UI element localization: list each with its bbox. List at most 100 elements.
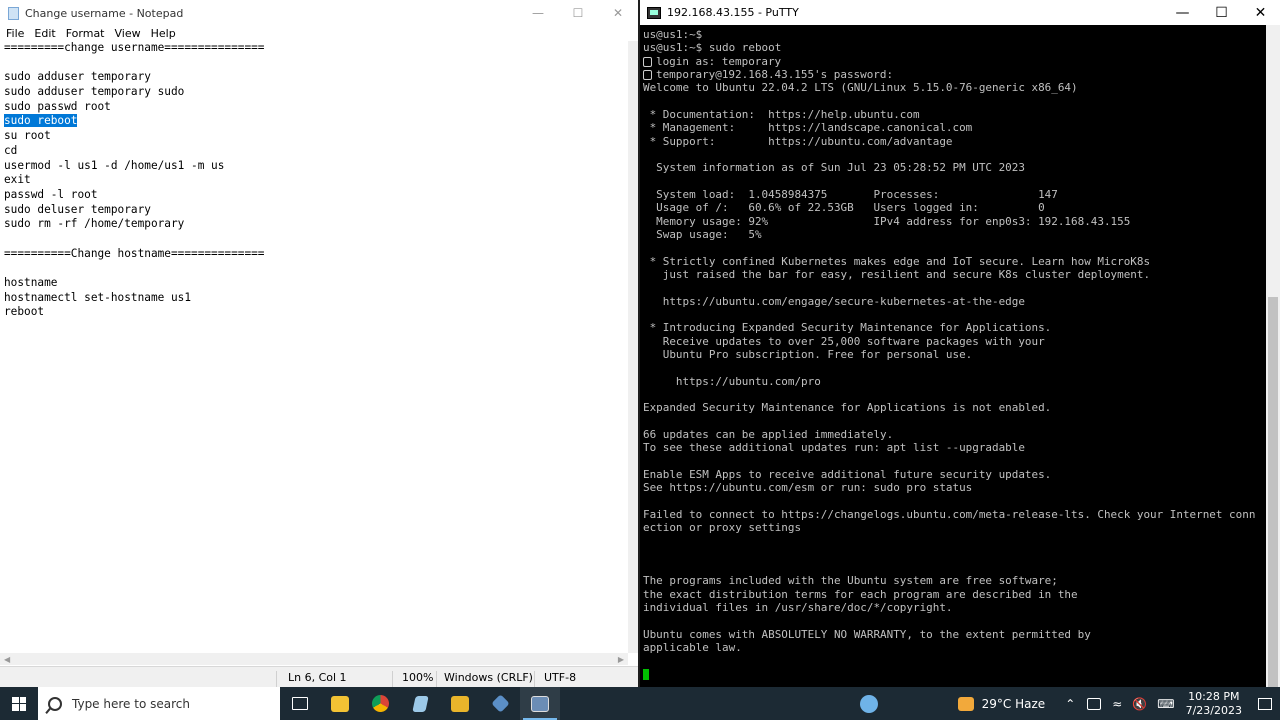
minimize-icon[interactable]: — [1163, 5, 1202, 21]
maximize-icon[interactable]: ☐ [558, 6, 598, 20]
terminal-line: the exact distribution terms for each pr… [643, 587, 1078, 601]
notepad-line[interactable]: cd [4, 144, 628, 159]
notepad-line[interactable]: hostname [4, 276, 628, 291]
notepad-line[interactable] [4, 261, 628, 276]
notepad-line[interactable]: reboot [4, 305, 628, 320]
notepad-line[interactable]: sudo passwd root [4, 100, 628, 115]
taskbar: Type here to search 29°C Haze ⌃ ≈ 🔇 ⌨ 10… [0, 687, 1280, 720]
scroll-left-icon[interactable]: ◀ [4, 655, 10, 664]
terminal-line: System load: 1.0458984375 Processes: 147 [643, 187, 1058, 201]
system-tray: 29°C Haze ⌃ ≈ 🔇 ⌨ 10:28 PM 7/23/2023 [859, 687, 1280, 720]
notepad-line[interactable] [4, 232, 628, 247]
menu-view[interactable]: View [115, 27, 141, 40]
notepad-line[interactable]: ==========Change hostname============== [4, 247, 628, 262]
terminal-line: Expanded Security Maintenance for Applic… [643, 401, 1052, 415]
terminal-line: Receive updates to over 25,000 software … [643, 334, 1045, 348]
notepad-vertical-scrollbar[interactable] [628, 41, 638, 653]
clock[interactable]: 10:28 PM 7/23/2023 [1186, 690, 1242, 718]
notepad-line[interactable]: hostnamectl set-hostname us1 [4, 291, 628, 306]
app-taskbar-button[interactable] [440, 687, 480, 720]
terminal-output[interactable]: us@us1:~$ us@us1:~$ sudo reboot login as: … [643, 28, 1265, 687]
putty-title: 192.168.43.155 - PuTTY [667, 6, 799, 19]
app-icon [451, 695, 469, 712]
notepad-line[interactable]: sudo adduser temporary [4, 70, 628, 85]
help-icon[interactable] [859, 694, 878, 713]
notepad-line[interactable]: sudo deluser temporary [4, 203, 628, 218]
terminal-line: temporary@192.168.43.155's password: [643, 68, 1265, 81]
weather-text[interactable]: 29°C Haze [982, 697, 1046, 711]
notepad-taskbar-button[interactable] [400, 687, 440, 720]
menu-format[interactable]: Format [66, 27, 105, 40]
putty-title-bar[interactable]: 192.168.43.155 - PuTTY — ☐ ✕ [640, 0, 1280, 25]
putty-taskbar-button[interactable] [520, 687, 560, 720]
terminal-line: 66 updates can be applied immediately. [643, 427, 894, 441]
terminal-scroll-thumb[interactable] [1268, 297, 1278, 687]
language-icon[interactable]: ⌨ [1157, 697, 1174, 711]
status-position: Ln 6, Col 1 [288, 671, 347, 684]
status-divider [534, 671, 535, 687]
close-icon[interactable]: ✕ [1241, 5, 1280, 21]
notepad-line[interactable]: sudo reboot [4, 114, 628, 129]
status-divider [392, 671, 393, 687]
notification-button[interactable] [1250, 687, 1280, 720]
task-view-button[interactable] [280, 687, 320, 720]
battery-icon[interactable] [1087, 697, 1102, 710]
terminal-line: * Documentation: https://help.ubuntu.com [643, 107, 920, 121]
taskbar-search-box[interactable]: Type here to search [38, 687, 280, 720]
terminal-line: Memory usage: 92% IPv4 address for enp0s… [643, 214, 1131, 228]
notepad-line[interactable]: su root [4, 129, 628, 144]
notepad-line[interactable]: passwd -l root [4, 188, 628, 203]
volume-icon[interactable]: 🔇 [1132, 697, 1147, 711]
close-icon[interactable]: ✕ [598, 6, 638, 20]
virtualbox-button[interactable] [480, 687, 520, 720]
file-explorer-button[interactable] [320, 687, 360, 720]
scroll-right-icon[interactable]: ▶ [618, 655, 624, 664]
notepad-app-icon [411, 695, 429, 712]
putty-window: 192.168.43.155 - PuTTY — ☐ ✕ us@us1:~$ us… [640, 0, 1280, 687]
clock-date: 7/23/2023 [1185, 703, 1242, 717]
terminal-line: Ubuntu Pro subscription. Free for person… [643, 347, 973, 361]
terminal-scrollbar[interactable] [1266, 25, 1280, 687]
network-icon[interactable]: ≈ [1112, 697, 1122, 711]
chevron-up-icon[interactable]: ⌃ [1065, 697, 1075, 711]
notepad-line[interactable]: =========change username=============== [4, 41, 628, 56]
terminal-line: * Management: https://landscape.canonica… [643, 121, 973, 135]
menu-file[interactable]: File [6, 27, 24, 40]
status-divider [276, 671, 277, 687]
status-zoom: 100% [402, 671, 434, 684]
terminal-line: https://ubuntu.com/pro [643, 374, 821, 388]
notepad-horizontal-scrollbar[interactable]: ◀ ▶ [0, 653, 628, 665]
notepad-line[interactable]: usermod -l us1 -d /home/us1 -m us [4, 159, 628, 174]
menu-edit[interactable]: Edit [34, 27, 55, 40]
notepad-line[interactable]: sudo adduser temporary sudo [4, 85, 628, 100]
notepad-title-bar[interactable]: Change username - Notepad — ☐ ✕ [0, 0, 638, 26]
terminal-line: Failed to connect to https://changelogs.… [643, 507, 1256, 521]
notepad-text-area[interactable]: =========change username=============== s… [0, 41, 628, 653]
terminal-line: The programs included with the Ubuntu sy… [643, 574, 1058, 588]
notepad-line[interactable]: sudo rm -rf /home/temporary [4, 217, 628, 232]
minimize-icon[interactable]: — [518, 6, 558, 20]
terminal-line: just raised the bar for easy, resilient … [643, 267, 1151, 281]
maximize-icon[interactable]: ☐ [1202, 5, 1241, 21]
status-encoding: UTF-8 [544, 671, 577, 684]
terminal-line: Enable ESM Apps to receive additional fu… [643, 467, 1052, 481]
notepad-line[interactable]: exit [4, 173, 628, 188]
terminal-line: Ubuntu comes with ABSOLUTELY NO WARRANTY… [643, 627, 1091, 641]
terminal-line: * Introducing Expanded Security Maintena… [643, 321, 1052, 335]
key-icon [643, 56, 652, 67]
notepad-title: Change username - Notepad [25, 6, 184, 20]
menu-help[interactable]: Help [151, 27, 176, 40]
terminal-line: us@us1:~$ [643, 28, 703, 41]
start-button[interactable] [0, 687, 38, 720]
status-divider [436, 671, 437, 687]
notepad-line[interactable] [4, 56, 628, 71]
chrome-button[interactable] [360, 687, 400, 720]
